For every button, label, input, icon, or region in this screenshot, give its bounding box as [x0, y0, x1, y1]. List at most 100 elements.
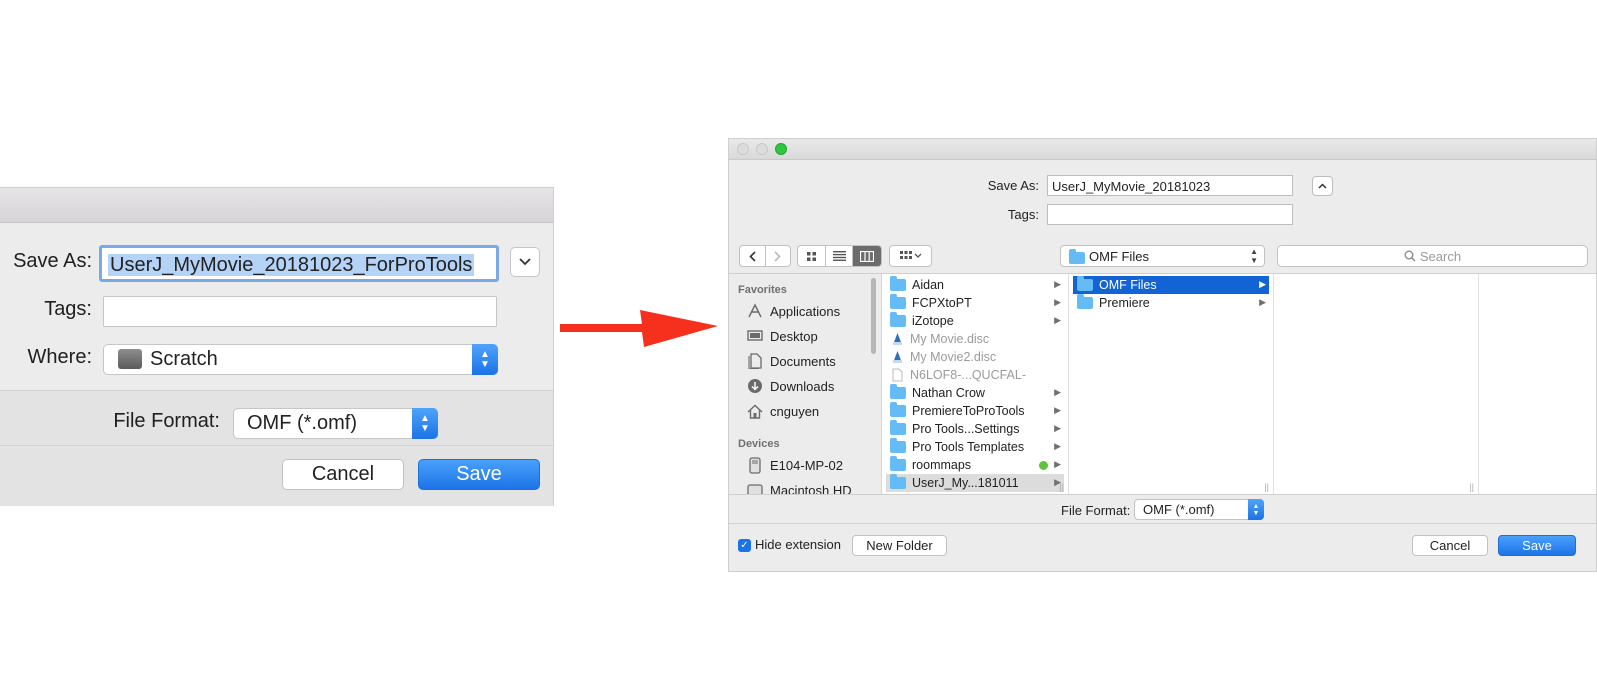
popup-stepper-icon: ▲ ▼: [1248, 499, 1264, 520]
sidebar-item-home[interactable]: cnguyen: [746, 401, 819, 421]
large-dialog-titlebar[interactable]: [729, 139, 1596, 160]
list-item[interactable]: PremiereToProTools ▶: [886, 402, 1064, 420]
list-item-label: roommaps: [912, 458, 972, 472]
sidebar-item-documents[interactable]: Documents: [746, 351, 836, 371]
sidebar-item-computer[interactable]: E104-MP-02: [746, 455, 843, 475]
downloads-icon: [746, 377, 764, 395]
list-item[interactable]: Aidan ▶: [886, 276, 1064, 294]
close-window-icon[interactable]: [737, 143, 749, 155]
list-item-label: FCPXtoPT: [912, 296, 972, 310]
sidebar-item-applications[interactable]: Applications: [746, 301, 840, 321]
file-format-popup[interactable]: OMF (*.omf) ▲ ▼: [1134, 499, 1264, 520]
chevron-right-icon: ▶: [1054, 459, 1061, 469]
column-resize-handle[interactable]: ||: [1264, 482, 1269, 492]
folder-icon: [890, 402, 906, 417]
list-item[interactable]: Pro Tools...Settings ▶: [886, 420, 1064, 438]
save-as-label: Save As:: [987, 178, 1039, 193]
file-format-popup[interactable]: OMF (*.omf) ▲ ▼: [233, 408, 438, 439]
list-item[interactable]: UserJ_My...181011 ▶: [886, 474, 1064, 492]
save-button[interactable]: Save: [418, 459, 540, 490]
documents-icon: [746, 352, 764, 370]
back-forward-control: [739, 245, 791, 267]
location-popup[interactable]: OMF Files ▲ ▼: [1060, 245, 1265, 267]
list-item[interactable]: Pro Tools Templates ▶: [886, 438, 1064, 456]
small-dialog-titlebar[interactable]: [0, 188, 553, 223]
folder-icon: [890, 384, 906, 399]
column-view-button[interactable]: [853, 246, 881, 266]
popup-stepper-icon: ▲ ▼: [412, 408, 438, 439]
sidebar-scrollbar[interactable]: [871, 278, 876, 354]
sidebar-item-label: cnguyen: [770, 403, 820, 419]
folder-icon: [890, 276, 906, 291]
divider: [729, 523, 1596, 524]
search-placeholder: Search: [1419, 248, 1462, 264]
chevron-right-icon: [774, 250, 781, 262]
save-as-value: UserJ_MyMovie_20181023_ForProTools: [108, 254, 475, 276]
sidebar-item-label: Macintosh HD: [770, 482, 852, 495]
list-item-label: My Movie.disc: [910, 332, 990, 346]
checkmark-icon: ✓: [740, 540, 749, 551]
list-item[interactable]: My Movie2.disc: [886, 348, 1064, 366]
icon-view-button[interactable]: [798, 246, 826, 266]
where-value: Scratch: [150, 348, 218, 370]
tags-field[interactable]: [1047, 204, 1293, 225]
list-item-label: PremiereToProTools: [912, 404, 1025, 418]
new-folder-button[interactable]: New Folder: [852, 535, 947, 556]
save-as-field[interactable]: UserJ_MyMovie_20181023_ForProTools: [99, 245, 499, 282]
collapse-dialog-button[interactable]: [1312, 176, 1333, 196]
list-item[interactable]: roommaps ▶: [886, 456, 1064, 474]
zoom-window-icon[interactable]: [775, 143, 787, 155]
sidebar-item-label: Applications: [770, 303, 841, 319]
folder-icon: [890, 312, 906, 327]
list-view-button[interactable]: [826, 246, 854, 266]
folder-icon: [1077, 294, 1093, 309]
browser-column-3: ||: [1274, 274, 1479, 494]
where-popup[interactable]: Scratch ▲ ▼: [103, 344, 498, 375]
applications-icon: [746, 302, 764, 320]
list-item[interactable]: Premiere ▶: [1073, 294, 1269, 312]
sidebar-item-label: Downloads: [770, 378, 835, 394]
sidebar-item-label: Documents: [770, 353, 836, 369]
back-button[interactable]: [740, 246, 766, 266]
chevron-right-icon: ▶: [1054, 297, 1061, 307]
sidebar-item-macintosh-hd[interactable]: Macintosh HD: [746, 480, 852, 494]
tags-label: Tags:: [1007, 207, 1039, 222]
list-item[interactable]: iZotope ▶: [886, 312, 1064, 330]
list-item[interactable]: N6LOF8-...QUCFAL-: [886, 366, 1064, 384]
search-field[interactable]: Search: [1277, 245, 1588, 267]
column-resize-handle[interactable]: ||: [1469, 482, 1474, 492]
list-item[interactable]: FCPXtoPT ▶: [886, 294, 1064, 312]
list-item-label: Pro Tools...Settings: [912, 422, 1020, 436]
folder-icon: [890, 438, 906, 453]
cancel-button[interactable]: Cancel: [1412, 535, 1488, 556]
tags-field[interactable]: [103, 296, 497, 327]
minimize-window-icon[interactable]: [756, 143, 768, 155]
save-as-field[interactable]: UserJ_MyMovie_20181023: [1047, 175, 1293, 196]
cancel-button[interactable]: Cancel: [282, 459, 404, 490]
folder-icon: [890, 474, 906, 489]
save-button[interactable]: Save: [1498, 535, 1576, 556]
forward-button[interactable]: [766, 246, 791, 266]
hide-extension-label: Hide extension: [755, 537, 841, 552]
folder-icon: [890, 420, 906, 435]
sidebar-item-label: E104-MP-02: [770, 457, 843, 473]
group-by-button[interactable]: [889, 245, 932, 267]
red-arrow-icon: [560, 310, 718, 347]
expand-dialog-button[interactable]: [510, 247, 540, 277]
list-item[interactable]: Nathan Crow ▶: [886, 384, 1064, 402]
list-view-icon: [832, 251, 846, 261]
sidebar-item-downloads[interactable]: Downloads: [746, 376, 834, 396]
column-resize-handle[interactable]: ||: [1059, 482, 1064, 492]
view-mode-control: [797, 245, 882, 267]
list-item-label: My Movie2.disc: [910, 350, 997, 364]
sidebar-item-desktop[interactable]: Desktop: [746, 326, 818, 346]
hide-extension-checkbox[interactable]: ✓: [738, 539, 751, 552]
sidebar: Favorites Applications Desktop Documents: [729, 274, 882, 494]
chevron-right-icon: ▶: [1054, 279, 1061, 289]
file-format-label: File Format:: [1061, 503, 1131, 518]
list-item[interactable]: My Movie.disc: [886, 330, 1064, 348]
list-item-label: UserJ_My...181011: [912, 476, 1019, 490]
desktop-icon: [746, 327, 764, 345]
folder-icon: [890, 294, 906, 309]
list-item[interactable]: OMF Files ▶: [1073, 276, 1269, 294]
